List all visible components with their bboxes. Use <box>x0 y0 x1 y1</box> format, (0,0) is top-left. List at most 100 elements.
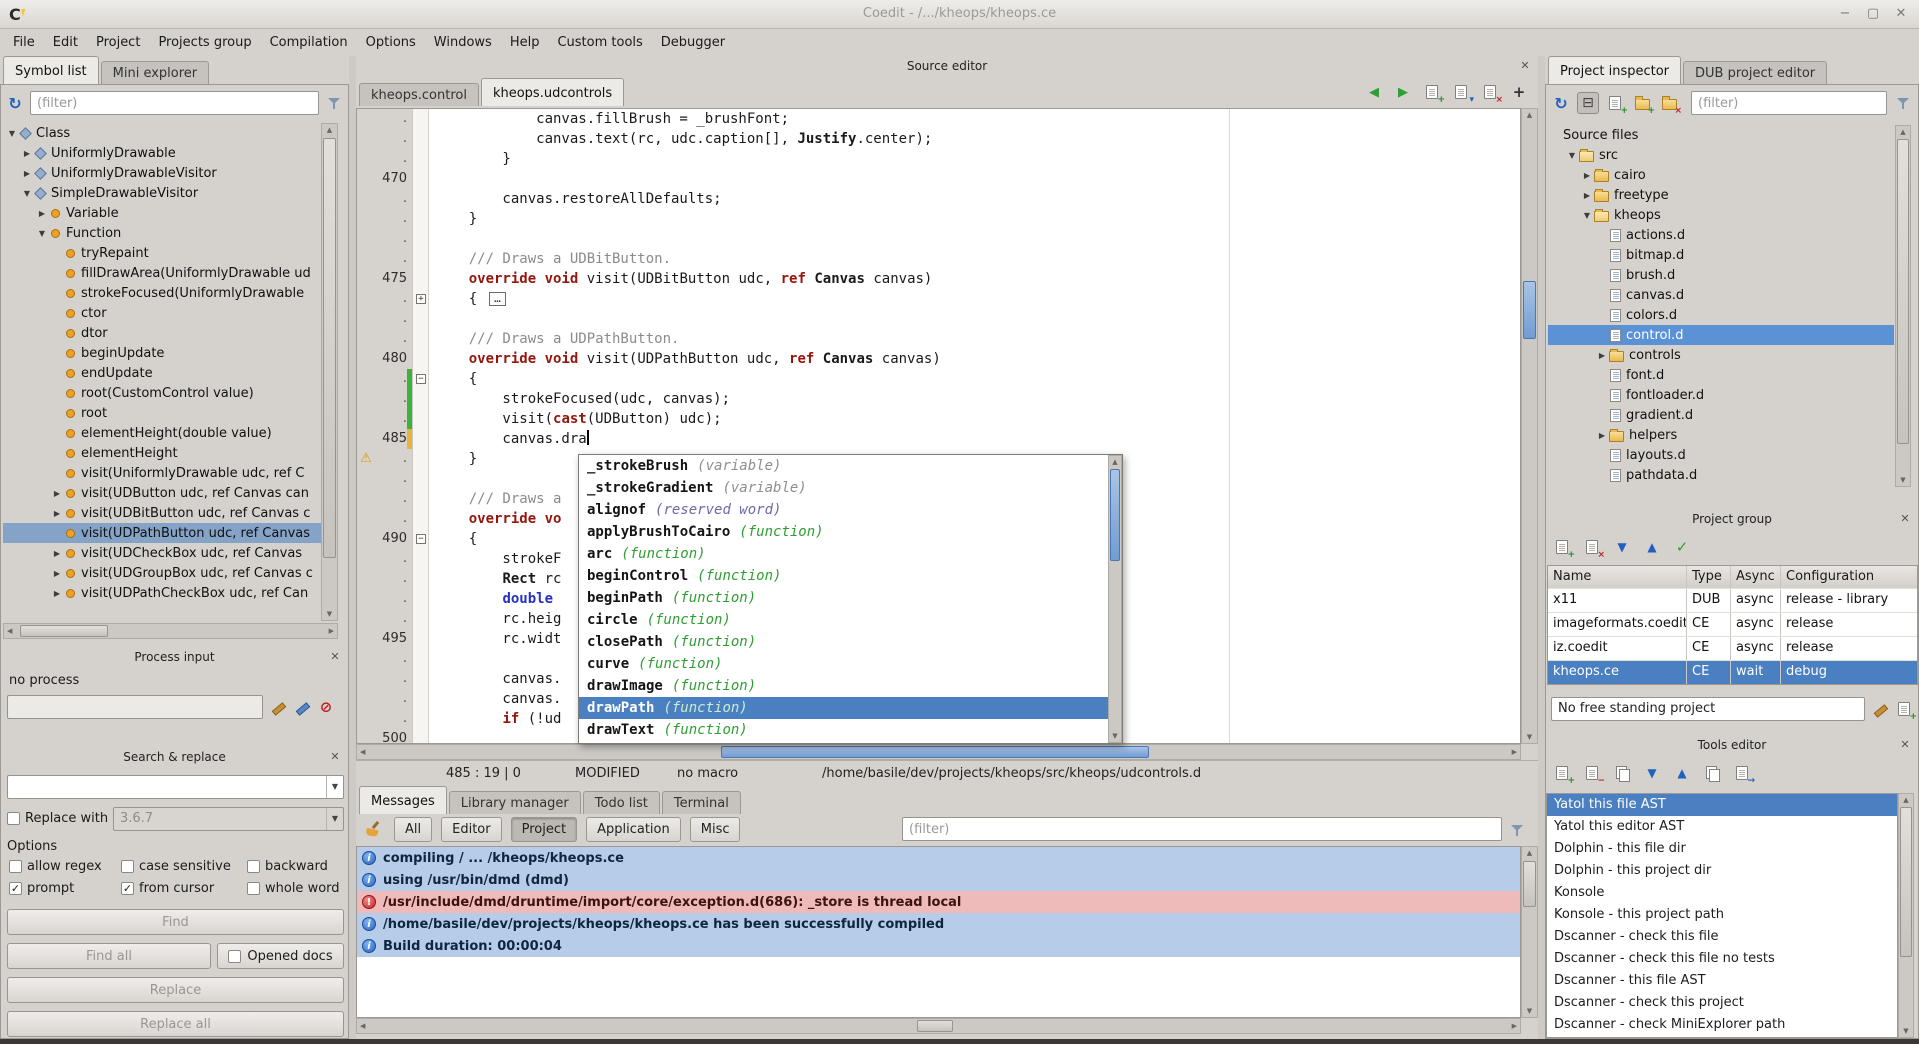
minimize-button[interactable]: − <box>1833 4 1857 24</box>
replace-all-button[interactable]: Replace all <box>7 1011 344 1037</box>
fold-toggle[interactable]: − <box>416 374 426 384</box>
completion-item[interactable]: arc(function) <box>579 543 1122 565</box>
column-header-name[interactable]: Name <box>1548 566 1687 588</box>
fold-toggle[interactable]: + <box>416 294 426 304</box>
expand-arrow-icon[interactable]: ▶ <box>51 589 63 598</box>
expand-arrow-icon[interactable]: ▶ <box>1581 191 1593 200</box>
tool-item[interactable]: Dscanner - this file AST <box>1547 970 1897 992</box>
move-down-icon[interactable]: ▼ <box>1611 536 1633 558</box>
file-tree-item[interactable]: canvas.d <box>1548 285 1894 305</box>
folded-code-box[interactable]: … <box>489 292 506 306</box>
gutter[interactable]: . <box>357 509 429 529</box>
message-row[interactable]: iBuild duration: 00:00:04 <box>357 935 1520 957</box>
move-up-icon[interactable]: ▲ <box>1641 536 1663 558</box>
symbol-tree-item[interactable]: fillDrawArea(UniformlyDrawable ud <box>3 263 321 283</box>
left-splitter[interactable] <box>349 56 356 1039</box>
gutter[interactable]: . <box>357 589 429 609</box>
new-free-project-icon[interactable]: + <box>1893 698 1915 720</box>
collapse-arrow-icon[interactable]: ▼ <box>21 189 33 198</box>
gutter[interactable]: 490− <box>357 529 429 549</box>
symbol-tree-item[interactable]: ▶UniformlyDrawableVisitor <box>3 163 321 183</box>
gutter[interactable]: . <box>357 149 429 169</box>
option-from-cursor[interactable]: from cursor <box>121 881 247 896</box>
add-project-icon[interactable]: + <box>1551 536 1573 558</box>
column-header-async[interactable]: Async <box>1731 566 1781 588</box>
remove-folder-icon[interactable]: × <box>1658 92 1680 114</box>
completion-item[interactable]: drawPath(function) <box>579 697 1122 719</box>
tab-dub-project-editor[interactable]: DUB project editor <box>1683 61 1827 84</box>
tool-item[interactable]: Dscanner - check this project <box>1547 992 1897 1014</box>
tool-item[interactable]: Dscanner - check this file <box>1547 926 1897 948</box>
option-prompt[interactable]: prompt <box>9 881 121 896</box>
find-all-button[interactable]: Find all <box>7 943 211 969</box>
find-button[interactable]: Find <box>7 909 344 935</box>
files-filter-input[interactable] <box>1691 91 1887 115</box>
filter-funnel-icon[interactable] <box>323 92 345 114</box>
option-backward[interactable]: backward <box>247 859 346 874</box>
title-bar[interactable]: Coedit - /.../kheops/kheops.ce −▢✕ <box>0 0 1919 29</box>
gutter[interactable]: . <box>357 189 429 209</box>
clone-tool-icon[interactable] <box>1611 762 1633 784</box>
completion-item[interactable]: applyBrushToCairo(function) <box>579 521 1122 543</box>
file-tree-item[interactable]: layouts.d <box>1548 445 1894 465</box>
filter-funnel-icon[interactable] <box>1506 819 1528 841</box>
gutter[interactable]: . <box>357 209 429 229</box>
gutter[interactable]: 475 <box>357 269 429 289</box>
file-tree-item[interactable]: ▶freetype <box>1548 185 1894 205</box>
expand-arrow-icon[interactable]: ▶ <box>21 169 33 178</box>
async-icon[interactable]: ✓ <box>1671 536 1693 558</box>
gutter[interactable]: . <box>357 109 429 129</box>
filter-funnel-icon[interactable] <box>1892 92 1914 114</box>
gutter[interactable]: . <box>357 669 429 689</box>
scrollbar-thumb[interactable] <box>1523 281 1536 339</box>
gutter[interactable]: . <box>357 709 429 729</box>
scrollbar-thumb[interactable] <box>20 625 108 637</box>
scrollbar-thumb[interactable] <box>721 746 1149 758</box>
completion-item[interactable]: _strokeGradient(variable) <box>579 477 1122 499</box>
tab-messages[interactable]: Messages <box>359 786 447 814</box>
expand-arrow-icon[interactable]: ▶ <box>51 549 63 558</box>
fold-toggle[interactable]: − <box>416 534 426 544</box>
collapse-arrow-icon[interactable]: ▼ <box>1566 151 1578 160</box>
file-tree-item[interactable]: fontloader.d <box>1548 385 1894 405</box>
replace-with-checkbox[interactable]: Replace with <box>7 811 108 826</box>
gutter[interactable]: . <box>357 329 429 349</box>
scrollbar-thumb[interactable] <box>917 1020 953 1032</box>
menu-help[interactable]: Help <box>501 30 549 55</box>
open-doc-icon[interactable]: ▾ <box>1450 81 1472 103</box>
clear-messages-icon[interactable] <box>362 818 384 840</box>
expand-arrow-icon[interactable]: ▶ <box>1581 171 1593 180</box>
completion-scrollbar[interactable] <box>1108 455 1122 743</box>
tool-item[interactable]: Dolphin - this project dir <box>1547 860 1897 882</box>
symbol-tree-item[interactable]: tryRepaint <box>3 243 321 263</box>
close-tools-editor-button[interactable] <box>1898 738 1912 752</box>
tab-kheops-udcontrols[interactable]: kheops.udcontrols <box>481 78 624 106</box>
tab-todo-list[interactable]: Todo list <box>583 791 660 814</box>
gutter[interactable]: . <box>357 389 429 409</box>
close-source-editor-button[interactable] <box>1518 59 1532 73</box>
tool-item[interactable]: Konsole - this project path <box>1547 904 1897 926</box>
back-icon[interactable]: ◀ <box>1363 81 1385 103</box>
tab-project-inspector[interactable]: Project inspector <box>1548 56 1681 84</box>
editor-hscrollbar[interactable] <box>356 744 1521 760</box>
pen-icon[interactable] <box>291 696 313 718</box>
completion-item[interactable]: drawText(function) <box>579 719 1122 741</box>
symbol-tree-item[interactable]: ctor <box>3 303 321 323</box>
menu-windows[interactable]: Windows <box>425 30 501 55</box>
scrollbar-thumb[interactable] <box>1897 139 1909 444</box>
gutter[interactable]: . <box>357 489 429 509</box>
add-tool-icon[interactable]: + <box>1551 762 1573 784</box>
filter-misc-button[interactable]: Misc <box>690 817 741 842</box>
gutter[interactable]: . <box>357 129 429 149</box>
symbol-tree-item[interactable]: ▶UniformlyDrawable <box>3 143 321 163</box>
symbol-tree-item[interactable]: visit(UDPathButton udc, ref Canvas <box>3 523 321 543</box>
message-row[interactable]: iusing /usr/bin/dmd (dmd) <box>357 869 1520 891</box>
editor-vscrollbar[interactable] <box>1521 108 1538 744</box>
file-tree-item[interactable]: ▼src <box>1548 145 1894 165</box>
completion-item[interactable]: circle(function) <box>579 609 1122 631</box>
files-tree-vscrollbar[interactable] <box>1895 125 1911 487</box>
project-row[interactable]: x11DUBasyncrelease - library <box>1548 588 1917 612</box>
gutter[interactable]: . <box>357 469 429 489</box>
new-doc-icon[interactable]: + <box>1421 81 1443 103</box>
tool-item[interactable]: Yatol this file AST <box>1547 794 1897 816</box>
